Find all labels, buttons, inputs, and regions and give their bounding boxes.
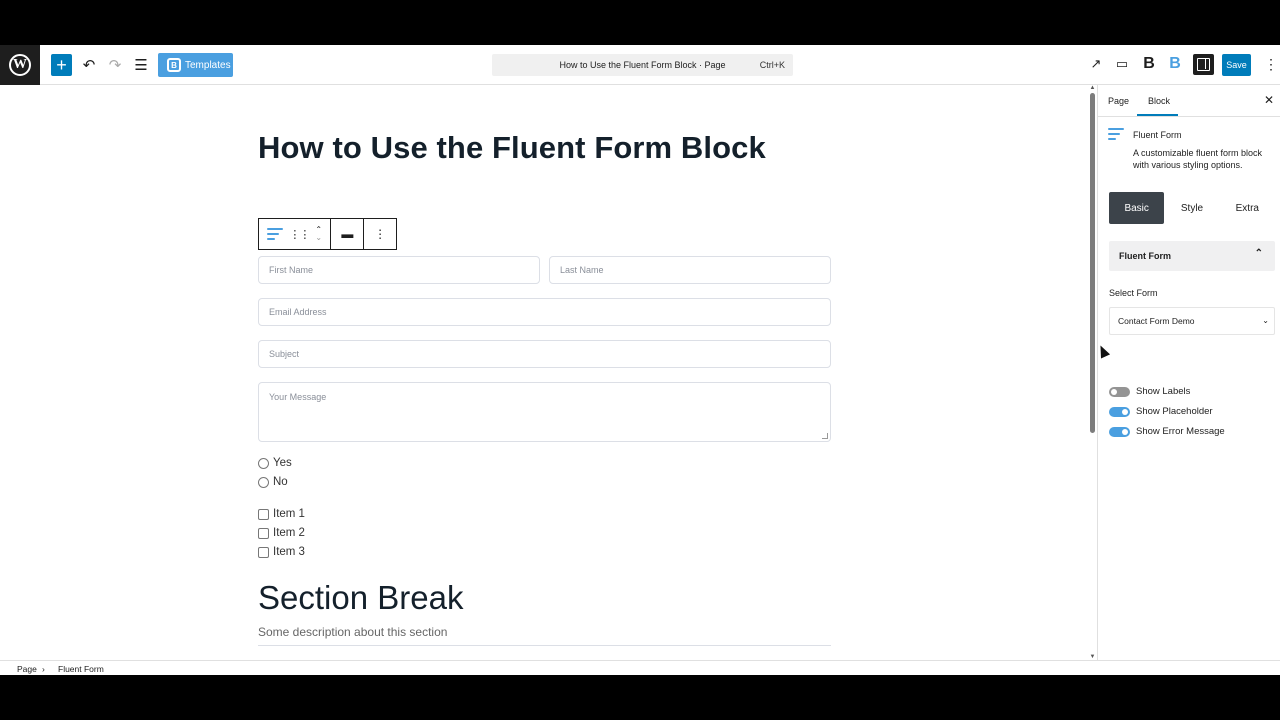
chevron-right-icon: › xyxy=(42,664,45,674)
sidebar-tabs: Page Block ✕ xyxy=(1098,85,1280,117)
radio-option[interactable]: No xyxy=(258,476,288,488)
scrollbar-thumb[interactable] xyxy=(1090,93,1095,433)
settings-tabs: Basic Style Extra xyxy=(1109,192,1275,224)
list-view-icon[interactable]: ☰ xyxy=(132,53,150,77)
message-placeholder: Your Message xyxy=(269,392,327,402)
last-name-field[interactable]: Last Name xyxy=(549,256,831,284)
drag-handle-icon[interactable]: ⋮⋮ xyxy=(289,228,310,241)
checkbox-label: Item 2 xyxy=(273,527,305,539)
first-name-field[interactable]: First Name xyxy=(258,256,540,284)
settings-sidebar-toggle[interactable] xyxy=(1193,54,1214,75)
tab-page[interactable]: Page xyxy=(1108,96,1129,106)
toggle-label: Show Error Message xyxy=(1136,426,1225,437)
tab-style[interactable]: Style xyxy=(1164,192,1219,224)
breadcrumb-item-page[interactable]: Page xyxy=(17,664,37,674)
show-error-message-toggle[interactable] xyxy=(1109,426,1130,437)
add-block-button[interactable]: + xyxy=(51,54,72,76)
email-field[interactable]: Email Address xyxy=(258,298,831,326)
radio-option[interactable]: Yes xyxy=(258,457,292,469)
fluent-form-icon[interactable] xyxy=(267,227,284,241)
more-options-icon[interactable]: ⋮ xyxy=(1262,55,1280,73)
fluent-form-panel-header[interactable]: Fluent Form ⌃ xyxy=(1109,241,1275,271)
page-title[interactable]: How to Use the Fluent Form Block xyxy=(258,130,766,166)
document-title: How to Use the Fluent Form Block · Page xyxy=(559,60,726,70)
move-down-icon[interactable]: ⌄ xyxy=(315,234,322,242)
subject-field[interactable]: Subject xyxy=(258,340,831,368)
save-button[interactable]: Save xyxy=(1222,54,1251,76)
breadcrumb-item-fluent-form[interactable]: Fluent Form xyxy=(58,664,104,674)
checkbox-option[interactable]: Item 3 xyxy=(258,546,305,558)
close-icon[interactable]: ✕ xyxy=(1264,93,1274,107)
active-tab-indicator xyxy=(1137,114,1178,116)
subject-placeholder: Subject xyxy=(269,349,300,359)
tab-basic[interactable]: Basic xyxy=(1109,192,1165,224)
settings-sidebar: Page Block ✕ Fluent Form A customizable … xyxy=(1098,85,1280,660)
editor-canvas: How to Use the Fluent Form Block ⋮⋮ ⌃ ⌄ ▬… xyxy=(0,85,1088,660)
toggle-label: Show Placeholder xyxy=(1136,406,1213,417)
shortcut-hint: Ctrl+K xyxy=(759,60,785,70)
templates-logo-icon: B xyxy=(167,58,181,72)
top-toolbar: W + ↶ ↷ ☰ B Templates How to Use the Flu… xyxy=(0,45,1280,85)
show-error-message-toggle-row[interactable]: Show Error Message xyxy=(1109,426,1225,437)
select-form-label: Select Form xyxy=(1109,288,1158,298)
checkbox[interactable] xyxy=(258,508,269,520)
show-labels-toggle[interactable] xyxy=(1109,386,1130,397)
section-break-description: Some description about this section xyxy=(258,625,448,639)
chevron-up-icon: ⌃ xyxy=(1254,248,1263,259)
checkbox-option[interactable]: Item 2 xyxy=(258,527,305,539)
show-placeholder-toggle-row[interactable]: Show Placeholder xyxy=(1109,406,1213,417)
checkbox[interactable] xyxy=(258,527,269,539)
undo-icon[interactable]: ↶ xyxy=(80,53,98,77)
templates-label: Templates xyxy=(185,59,231,71)
checkbox-label: Item 1 xyxy=(273,508,305,520)
fluent-form-icon xyxy=(1108,127,1124,141)
wordpress-logo-icon[interactable]: W xyxy=(0,45,40,85)
scroll-up-icon[interactable]: ▲ xyxy=(1088,85,1097,91)
command-palette-bar[interactable]: How to Use the Fluent Form Block · Page … xyxy=(492,54,793,76)
checkbox-option[interactable]: Item 1 xyxy=(258,508,305,520)
redo-icon[interactable]: ↷ xyxy=(106,53,124,77)
preview-device-icon[interactable]: ▭ xyxy=(1113,55,1131,73)
view-page-icon[interactable]: ↗ xyxy=(1087,55,1105,73)
templates-button[interactable]: B Templates xyxy=(158,53,233,77)
editor-app: W + ↶ ↷ ☰ B Templates How to Use the Flu… xyxy=(0,45,1280,675)
section-divider xyxy=(258,645,831,646)
move-block-control[interactable]: ⌃ ⌄ xyxy=(315,226,322,242)
email-placeholder: Email Address xyxy=(269,307,327,317)
message-field[interactable]: Your Message xyxy=(258,382,831,442)
show-labels-toggle-row[interactable]: Show Labels xyxy=(1109,386,1190,397)
block-options-icon[interactable]: ⋮ xyxy=(364,219,396,249)
plugin-logo-icon[interactable]: B xyxy=(1166,55,1184,73)
radio-button[interactable] xyxy=(258,457,269,469)
radio-label: Yes xyxy=(273,457,292,469)
panel-title: Fluent Form xyxy=(1119,251,1171,261)
resize-handle-icon[interactable] xyxy=(822,433,828,439)
radio-label: No xyxy=(273,476,288,488)
block-toolbar: ⋮⋮ ⌃ ⌄ ▬ ⋮ xyxy=(258,218,397,250)
toggle-label: Show Labels xyxy=(1136,386,1191,397)
block-description: A customizable fluent form block with va… xyxy=(1133,148,1263,170)
radio-button[interactable] xyxy=(258,476,269,488)
select-form-dropdown[interactable]: Contact Form Demo ⌄ xyxy=(1109,307,1275,335)
canvas-scrollbar[interactable]: ▲ ▼ xyxy=(1088,85,1097,660)
section-break-title: Section Break xyxy=(258,579,464,616)
first-name-placeholder: First Name xyxy=(269,265,314,275)
breadcrumb: Page › Fluent Form xyxy=(0,660,1280,675)
block-name: Fluent Form xyxy=(1133,130,1182,140)
align-icon[interactable]: ▬ xyxy=(331,219,365,249)
show-placeholder-toggle[interactable] xyxy=(1109,406,1130,417)
block-type-group: ⋮⋮ ⌃ ⌄ xyxy=(259,219,332,249)
last-name-placeholder: Last Name xyxy=(560,265,604,275)
bricks-logo-icon[interactable]: B xyxy=(1140,55,1158,73)
selected-form-value: Contact Form Demo xyxy=(1118,316,1195,326)
checkbox-label: Item 3 xyxy=(273,546,305,558)
tab-block[interactable]: Block xyxy=(1148,96,1170,106)
chevron-down-icon: ⌄ xyxy=(1262,316,1269,325)
tab-extra[interactable]: Extra xyxy=(1220,192,1275,224)
checkbox[interactable] xyxy=(258,546,269,558)
